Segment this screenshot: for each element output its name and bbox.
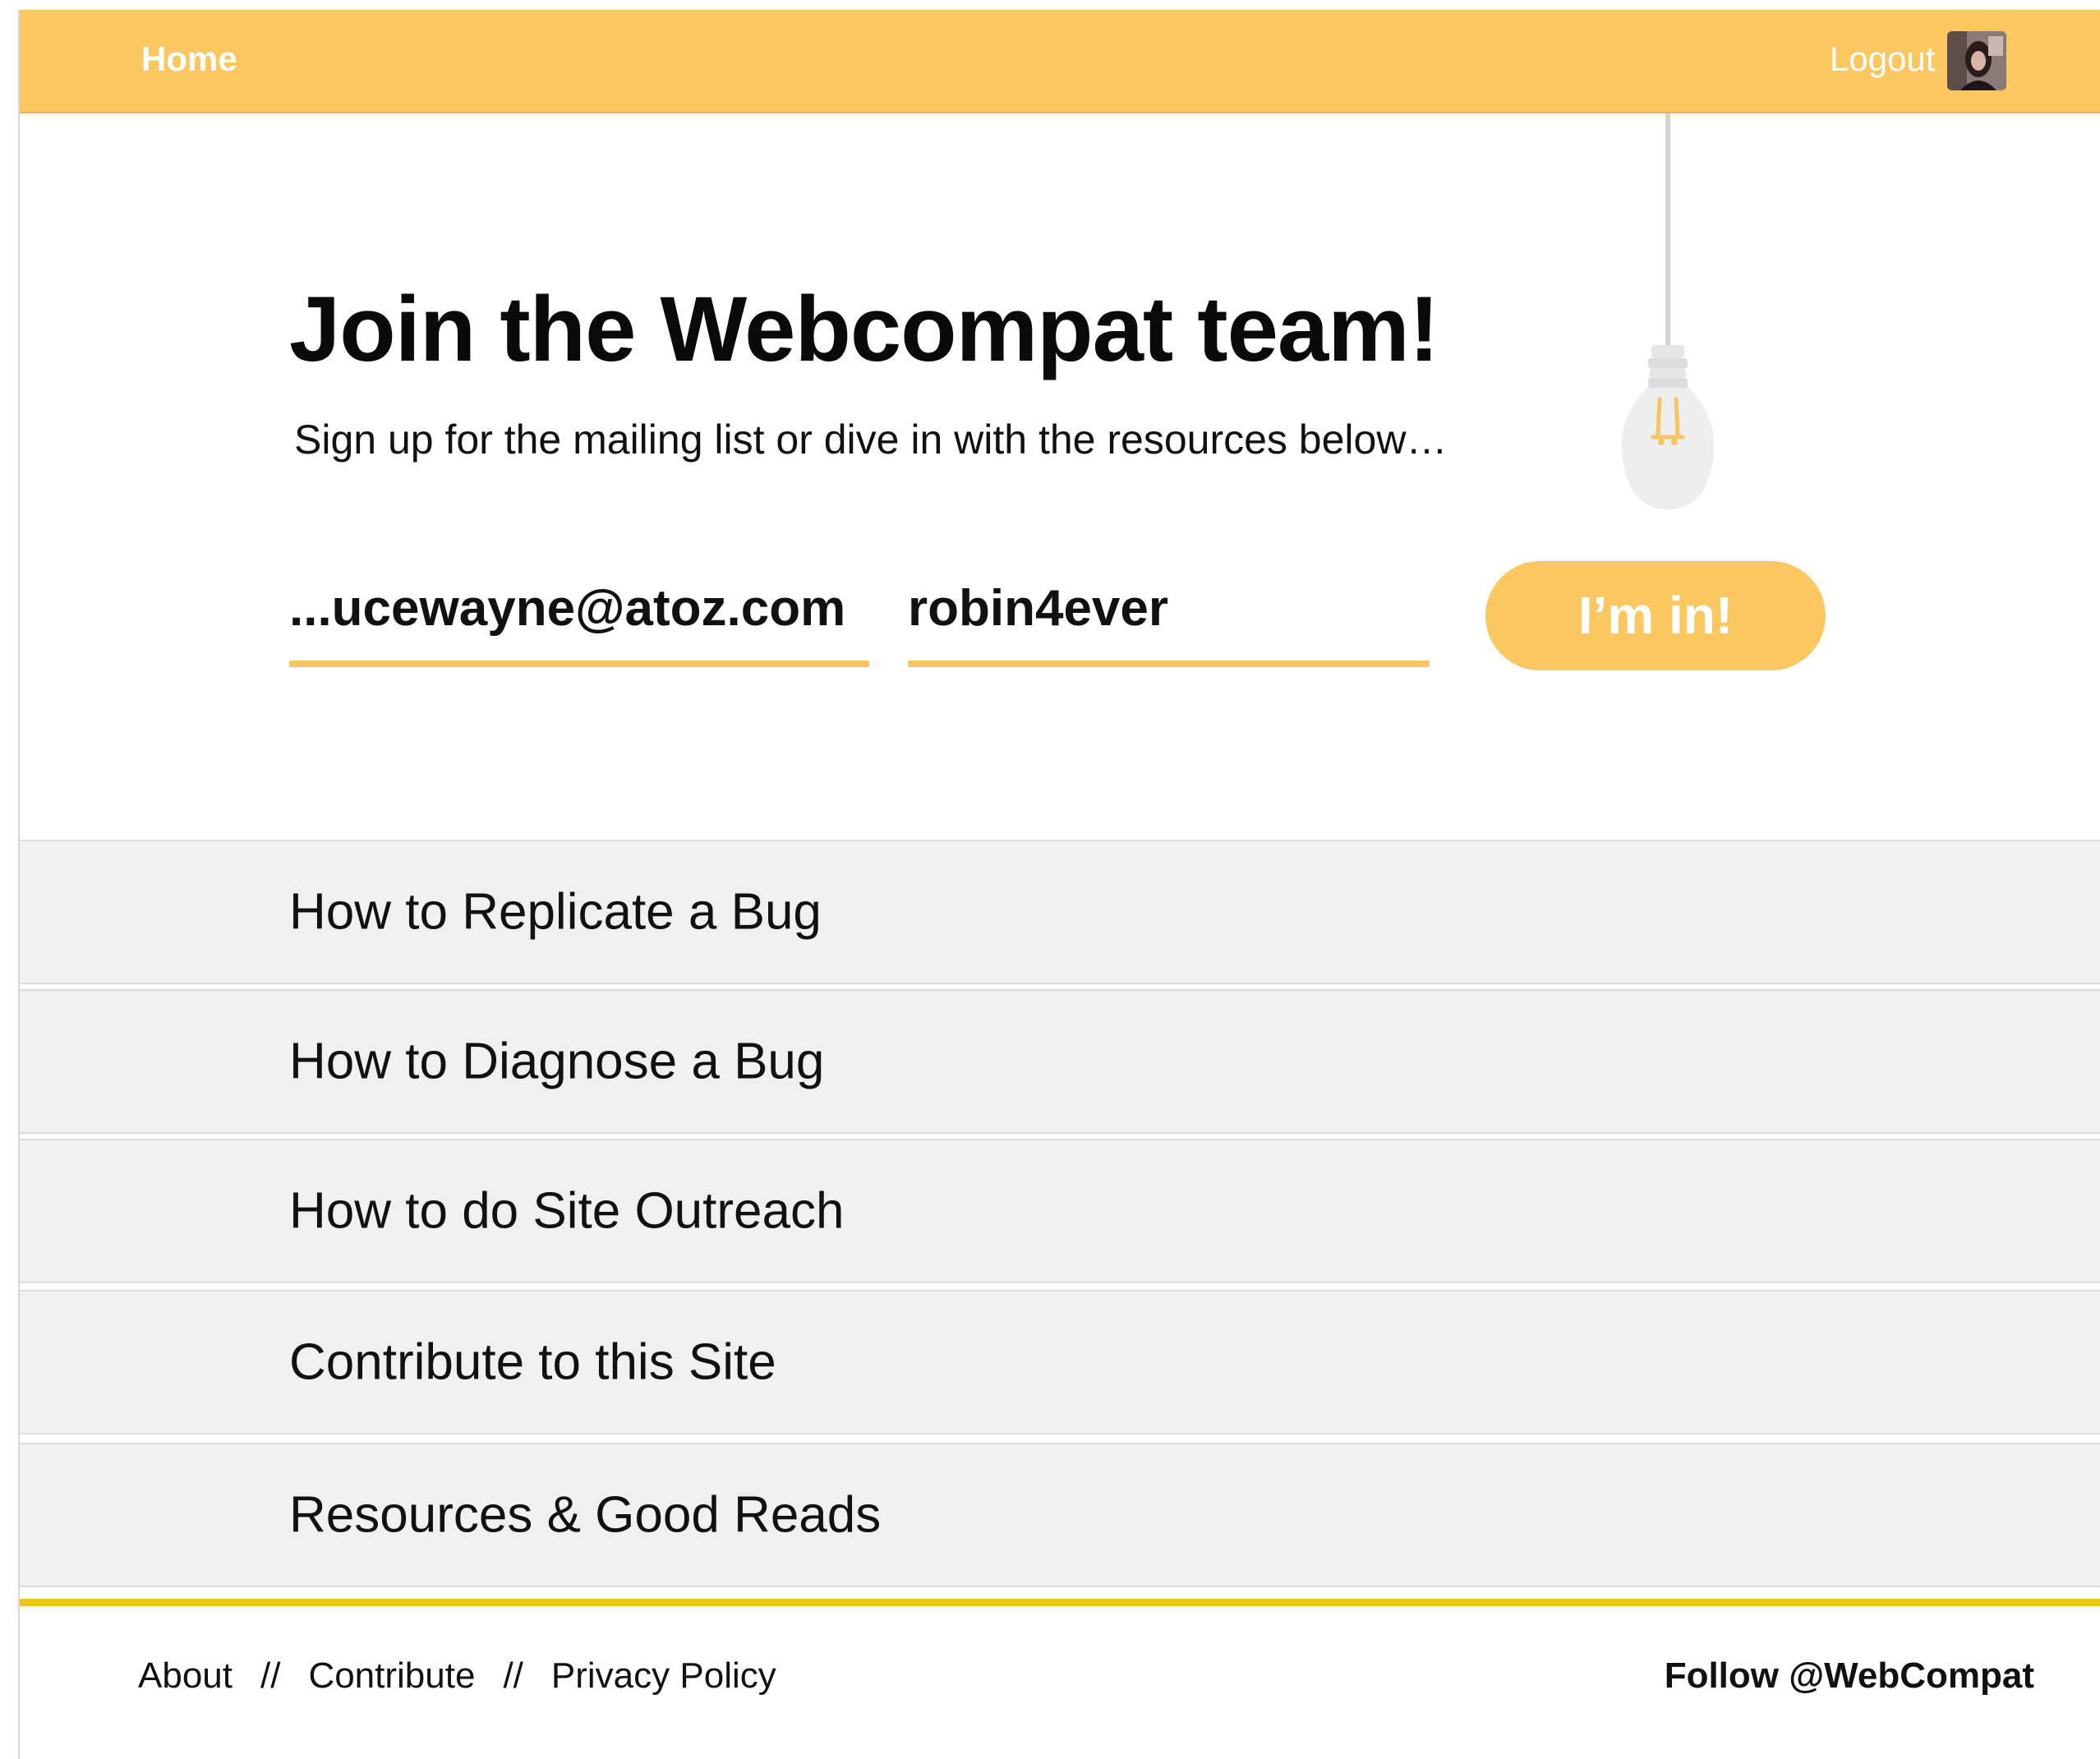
site-footer: About // Contribute // Privacy Policy Follow…	[18, 1606, 2100, 1759]
email-underline	[289, 661, 869, 667]
page-subtitle: Sign up for the mailing list or dive in …	[294, 417, 1448, 463]
lamp-wire	[1665, 113, 1670, 352]
resource-item-diagnose-bug[interactable]: How to Diagnose a Bug	[18, 989, 2100, 1134]
password-field[interactable]	[908, 569, 1430, 667]
resource-item-replicate-bug[interactable]: How to Replicate a Bug	[18, 840, 2100, 984]
footer-separator: //	[260, 1655, 281, 1696]
frame-top	[0, 0, 2100, 10]
password-input[interactable]	[908, 569, 1430, 647]
follow-link[interactable]: Follow @WebCompat	[1665, 1655, 2034, 1697]
signup-submit-button[interactable]: I’m in!	[1485, 561, 1826, 670]
resource-item-label: How to Replicate a Bug	[289, 883, 822, 941]
email-field[interactable]	[289, 569, 869, 667]
footer-link-about[interactable]: About	[138, 1655, 233, 1696]
resource-item-good-reads[interactable]: Resources & Good Reads	[18, 1443, 2100, 1587]
logout-link[interactable]: Logout	[1830, 39, 1935, 79]
resource-item-label: How to Diagnose a Bug	[289, 1033, 825, 1090]
lightbulb-icon	[1621, 345, 1715, 509]
footer-accent-bar	[18, 1599, 2100, 1606]
email-input[interactable]	[289, 569, 869, 647]
page: Home Logout Join the Webcompat team! Sig…	[0, 0, 2100, 1759]
footer-separator: //	[503, 1655, 523, 1696]
resource-item-label: How to do Site Outreach	[289, 1182, 845, 1240]
avatar[interactable]	[1947, 31, 2006, 90]
resource-item-label: Contribute to this Site	[289, 1333, 776, 1391]
frame-left-border	[18, 10, 20, 1759]
footer-link-contribute[interactable]: Contribute	[308, 1655, 475, 1696]
resource-item-contribute[interactable]: Contribute to this Site	[18, 1290, 2100, 1434]
footer-links: About // Contribute // Privacy Policy	[138, 1655, 776, 1697]
password-underline	[908, 661, 1430, 667]
footer-link-privacy[interactable]: Privacy Policy	[551, 1655, 776, 1696]
resource-item-label: Resources & Good Reads	[289, 1486, 882, 1544]
page-title: Join the Webcompat team!	[289, 278, 1439, 380]
resource-item-site-outreach[interactable]: How to do Site Outreach	[18, 1139, 2100, 1283]
home-link[interactable]: Home	[141, 39, 237, 79]
user-avatar-icon	[1947, 31, 2006, 90]
site-header: Home Logout	[18, 10, 2100, 113]
